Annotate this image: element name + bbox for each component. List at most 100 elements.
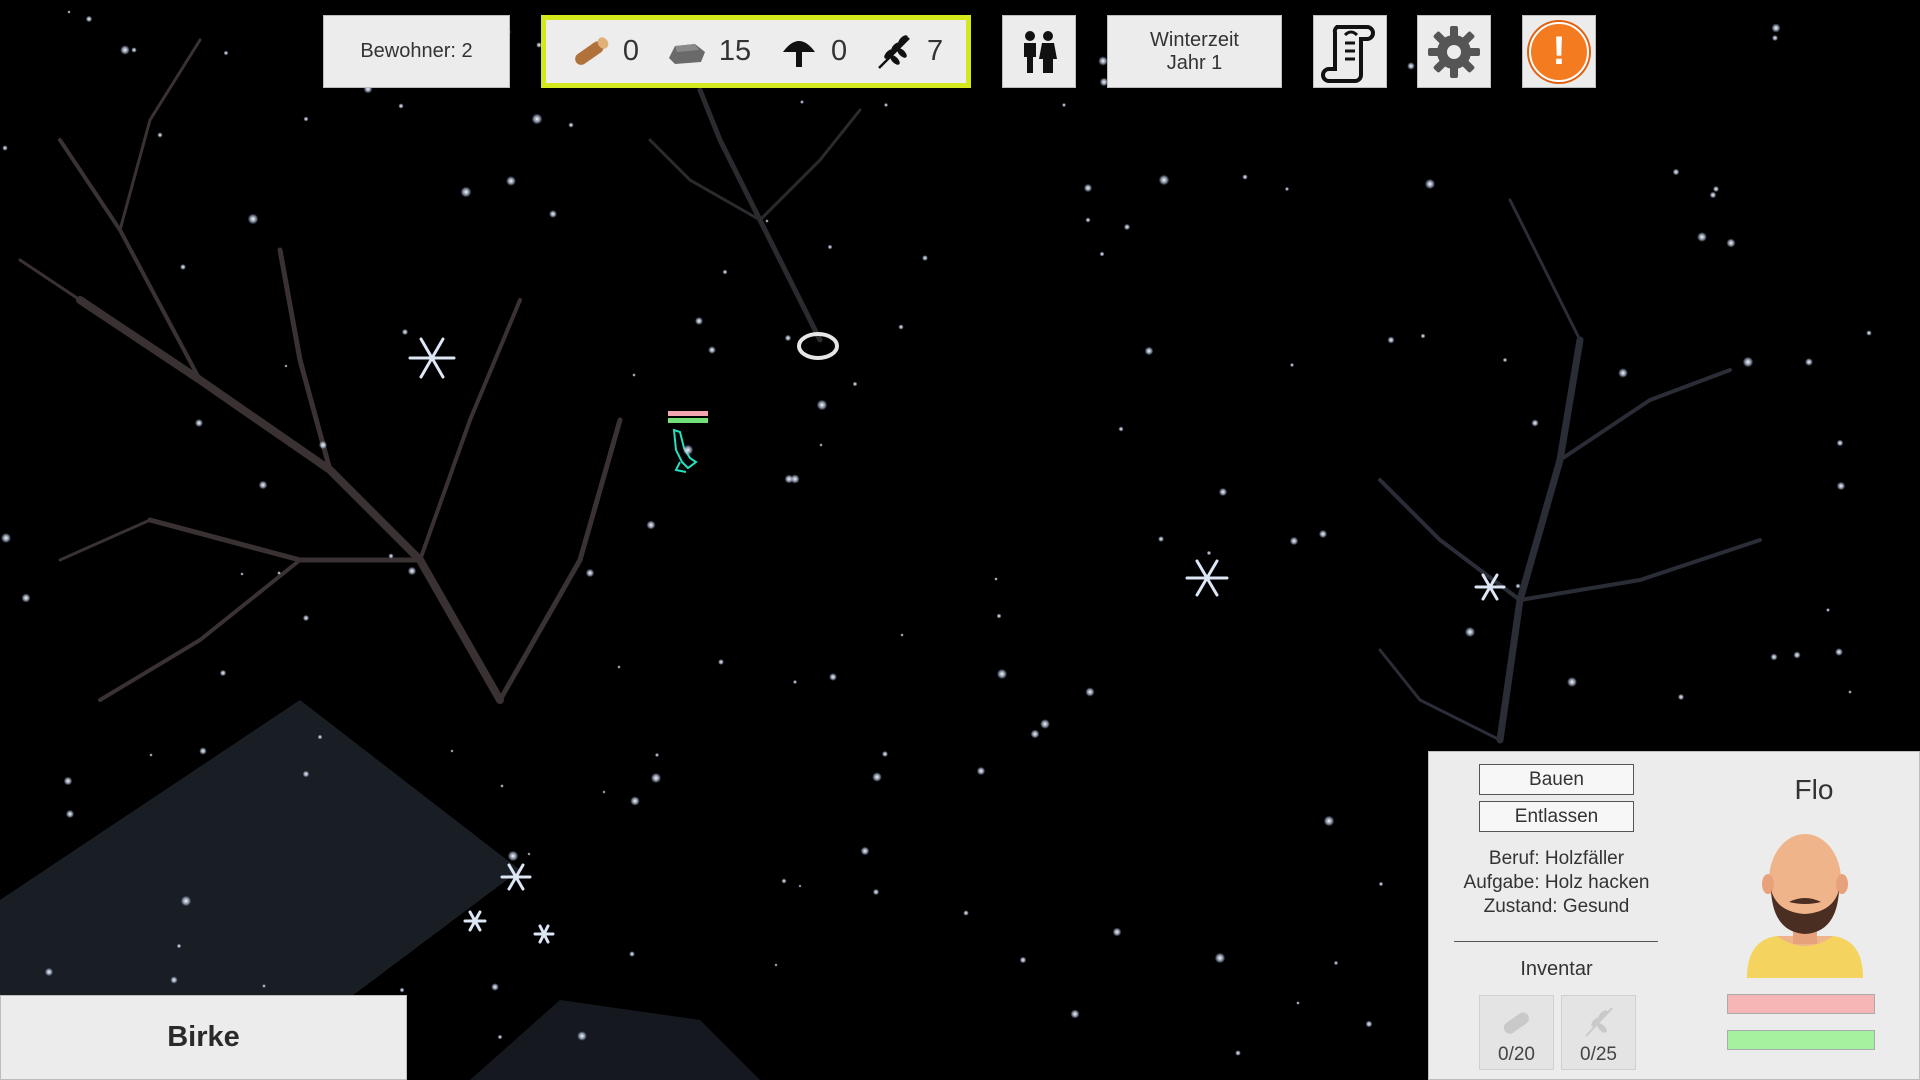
snowflake	[149, 753, 153, 757]
alert-button[interactable]: !	[1522, 15, 1596, 88]
snowflake	[881, 750, 889, 758]
snowflake	[170, 976, 178, 984]
snowflake	[1672, 168, 1680, 176]
snowflake	[872, 772, 882, 782]
population-button[interactable]	[1002, 15, 1076, 88]
snowflake	[399, 987, 405, 993]
snowflake	[682, 444, 694, 456]
snowflake	[1235, 1050, 1241, 1056]
snowflake	[1515, 583, 1521, 589]
snowflake	[1836, 439, 1844, 447]
snowflake	[460, 186, 472, 198]
snowflake	[1318, 529, 1328, 539]
snowflake	[765, 219, 769, 223]
inventory-count: 0/25	[1580, 1044, 1617, 1065]
snowflake	[883, 102, 889, 108]
snowflake	[1826, 608, 1830, 612]
snowflake	[996, 668, 1008, 680]
snowflake	[317, 734, 323, 740]
snowflake	[1296, 1001, 1300, 1005]
snowflake	[1771, 34, 1779, 42]
snowflake	[900, 633, 904, 637]
snowflake	[718, 659, 724, 665]
snowflake	[1770, 653, 1778, 661]
resource-grain: 7	[873, 34, 943, 70]
stone-icon	[668, 43, 705, 64]
snowflake	[180, 264, 186, 270]
inventory-slot-grain[interactable]: 0/25	[1561, 995, 1636, 1070]
snowflake	[120, 45, 130, 55]
snowflake	[800, 100, 804, 104]
snowflake	[1836, 481, 1846, 491]
snowflake	[630, 796, 640, 806]
snowflake	[401, 328, 409, 336]
settings-button[interactable]	[1417, 15, 1491, 88]
snowflake	[302, 614, 310, 622]
dismiss-button[interactable]: Entlassen	[1479, 801, 1634, 832]
snowflake	[223, 50, 229, 56]
snowflake	[577, 1031, 587, 1041]
snowflake	[829, 673, 837, 681]
snowflake	[1420, 333, 1426, 339]
people-icon	[1024, 30, 1057, 73]
snowflake	[1118, 426, 1124, 432]
resource-stone: 15	[665, 34, 751, 70]
snowflake	[898, 324, 904, 330]
snowflake	[258, 480, 268, 490]
snowflake	[1123, 223, 1131, 231]
snowflake	[792, 679, 798, 685]
inventory-slot-wood[interactable]: 0/20	[1479, 995, 1554, 1070]
snowflake	[654, 752, 660, 758]
health-bar	[1727, 994, 1875, 1014]
wood-count: 0	[622, 35, 640, 67]
build-button[interactable]: Bauen	[1479, 764, 1634, 795]
snowflake	[694, 316, 704, 326]
snowflake	[1061, 102, 1067, 108]
inventory-title: Inventar	[1520, 958, 1593, 980]
snowflake	[722, 269, 728, 275]
inventory-count: 0/20	[1498, 1044, 1535, 1065]
wheat-icon	[1585, 1007, 1613, 1037]
residents-label: Bewohner: 2	[360, 40, 473, 62]
quests-button[interactable]	[1313, 15, 1387, 88]
snowflake	[527, 852, 531, 856]
snowflake	[398, 103, 404, 109]
selected-object-name: Birke	[167, 1021, 240, 1053]
snowflake	[1289, 536, 1299, 546]
snowflake	[1848, 690, 1852, 694]
snowflake	[1112, 927, 1122, 937]
energy-bar	[1727, 1030, 1875, 1050]
snowflake	[963, 910, 969, 916]
snowflake	[1618, 368, 1628, 378]
snowflake	[1284, 186, 1290, 192]
snowflake	[1206, 550, 1212, 556]
task-label: Aufgabe: Holz hacken	[1463, 872, 1650, 893]
season-display: Winterzeit Jahr 1	[1107, 15, 1282, 88]
gear-icon	[1428, 25, 1480, 78]
snowflake	[500, 784, 504, 788]
snowflake	[781, 878, 787, 884]
snowflake	[1085, 217, 1091, 223]
snowflake	[262, 984, 266, 988]
snowflake	[1726, 238, 1736, 248]
snowflake	[1040, 719, 1050, 729]
snowflake	[819, 443, 823, 447]
condition-label: Zustand: Gesund	[1483, 896, 1630, 917]
snowflake	[568, 122, 574, 128]
snowflake	[318, 440, 328, 450]
snowflake	[922, 255, 928, 261]
snowflake	[176, 943, 182, 949]
snowflake	[994, 577, 998, 581]
job-label: Beruf: Holzfäller	[1488, 848, 1625, 869]
snowflake	[131, 47, 137, 53]
snowflake	[44, 967, 54, 977]
snowflake	[1158, 174, 1170, 186]
snowflake	[976, 766, 986, 776]
stone-count: 15	[718, 35, 752, 67]
wood-log-icon	[575, 36, 609, 65]
snowflake	[180, 895, 192, 907]
snowflake	[240, 572, 244, 576]
snowflake	[708, 346, 716, 354]
snowflake	[1566, 676, 1578, 688]
snowflake	[1242, 174, 1248, 180]
